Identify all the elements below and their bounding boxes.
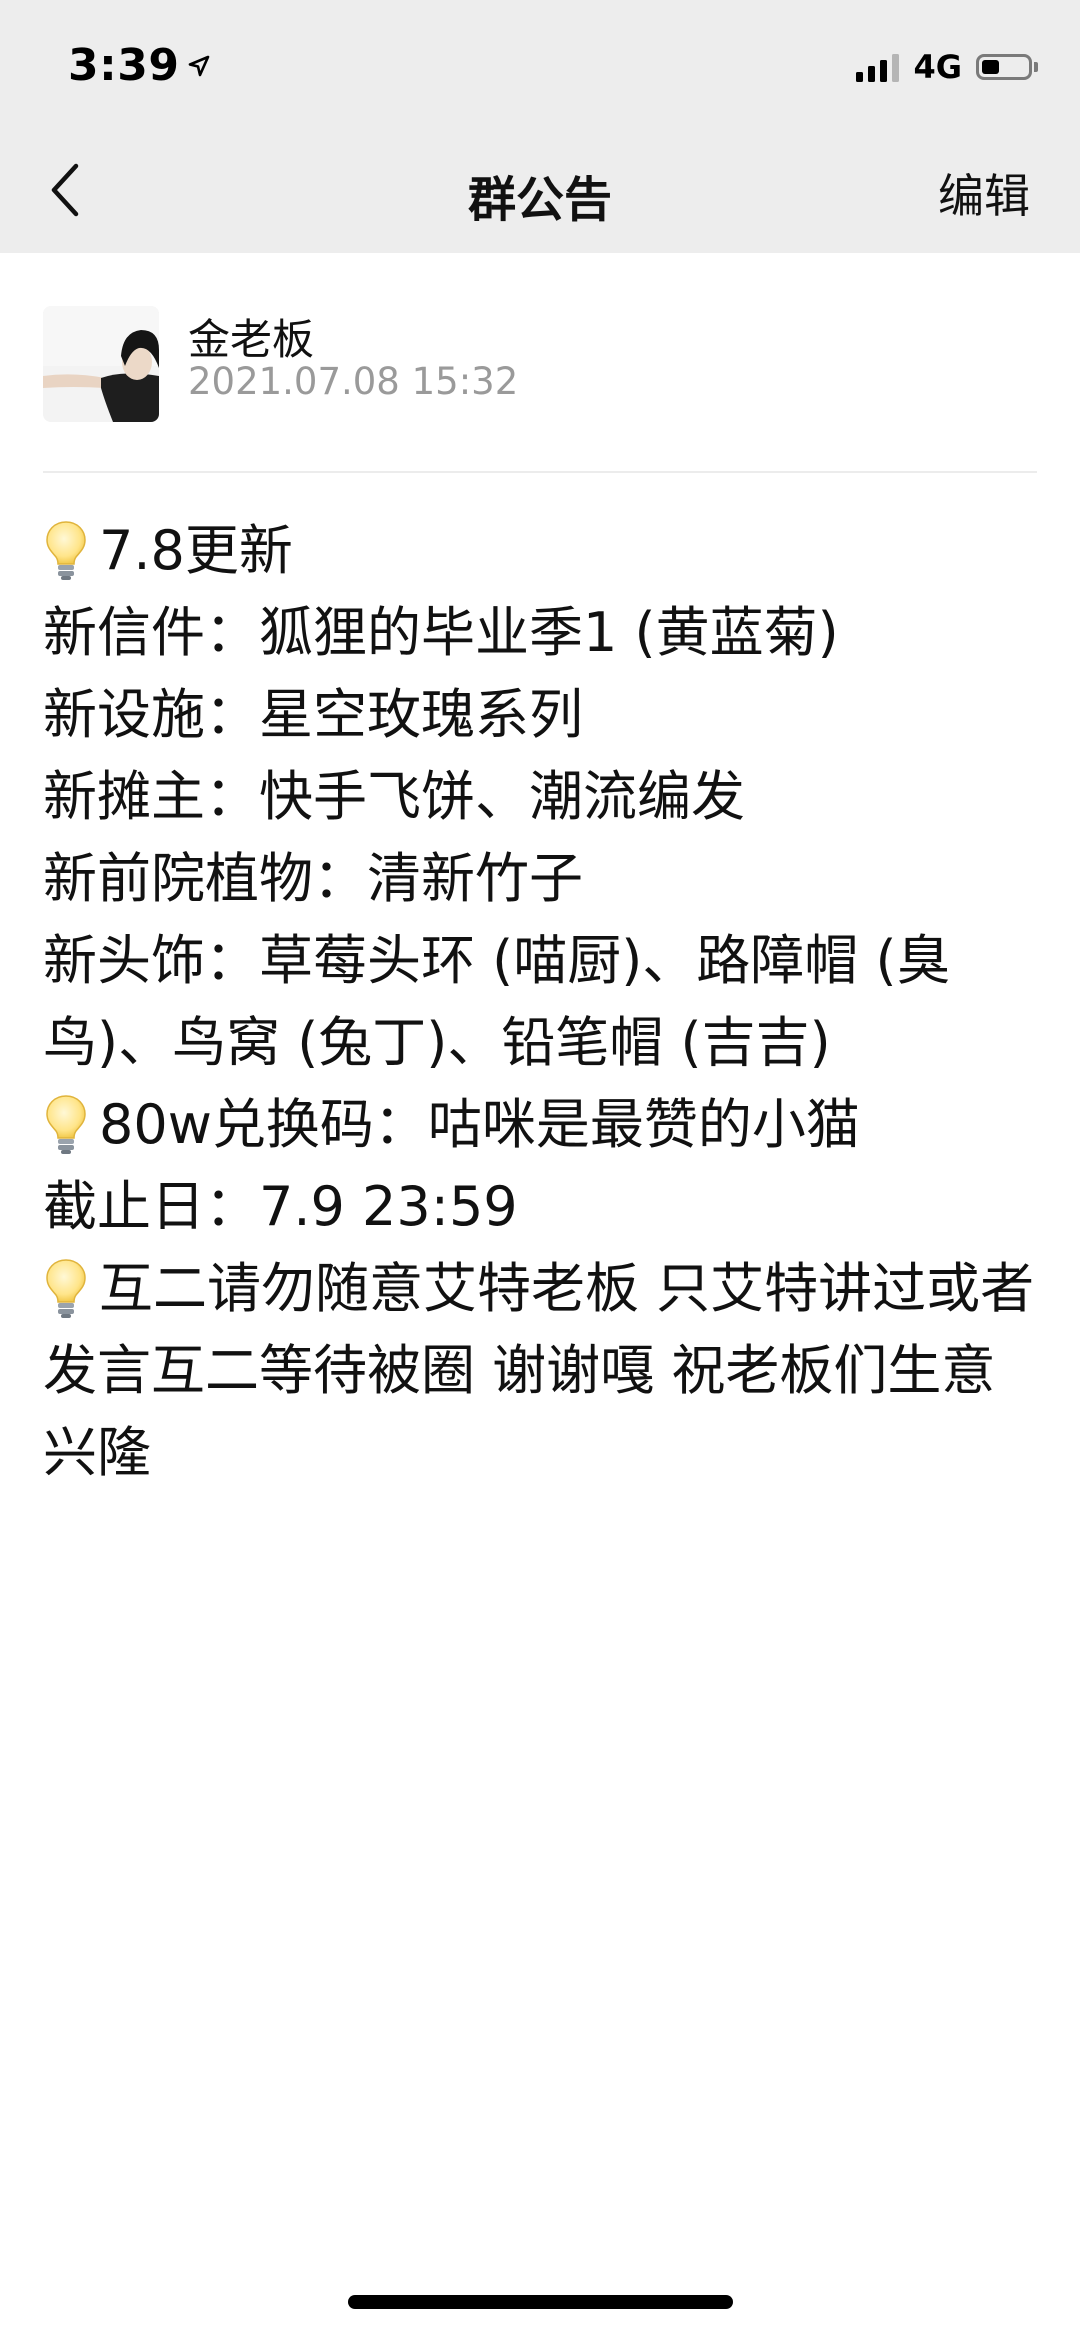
post-timestamp: 2021.07.08 15:32 bbox=[188, 360, 519, 403]
announcement-line: 互二请勿随意艾特老板 只艾特讲过或者发言互二等待被圈 谢谢嘎 祝老板们生意兴隆 bbox=[43, 1248, 1043, 1494]
announcement-text: 截止日：7.9 23:59 bbox=[43, 1175, 518, 1238]
network-type: 4G bbox=[913, 48, 962, 86]
announcement-content: 7.8更新新信件：狐狸的毕业季1 (黄蓝菊) 新设施：星空玫瑰系列新摊主：快手飞饼… bbox=[43, 510, 1043, 1494]
announcement-paragraph: 7.8更新新信件：狐狸的毕业季1 (黄蓝菊) 新设施：星空玫瑰系列新摊主：快手飞饼… bbox=[43, 510, 1043, 1084]
lightbulb-icon bbox=[43, 519, 89, 581]
battery-icon bbox=[976, 54, 1032, 80]
announcement-paragraph: 互二请勿随意艾特老板 只艾特讲过或者发言互二等待被圈 谢谢嘎 祝老板们生意兴隆 bbox=[43, 1248, 1043, 1494]
announcement-text: 互二请勿随意艾特老板 只艾特讲过或者发言互二等待被圈 谢谢嘎 祝老板们生意兴隆 bbox=[43, 1257, 1035, 1484]
avatar-image bbox=[43, 306, 159, 422]
avatar[interactable] bbox=[43, 306, 159, 422]
divider bbox=[43, 471, 1037, 473]
announcement-text: 7.8更新 bbox=[99, 519, 293, 582]
lightbulb-icon bbox=[43, 1093, 89, 1155]
battery-cap bbox=[1034, 62, 1038, 72]
announcement-text: 新前院植物：清新竹子 bbox=[43, 847, 583, 910]
announcement-line: 新摊主：快手飞饼、潮流编发 bbox=[43, 756, 1043, 838]
announcement-line: 80w兑换码：咕咪是最赞的小猫 bbox=[43, 1084, 1043, 1166]
page-title: 群公告 bbox=[467, 172, 612, 228]
status-time-text: 3:39 bbox=[68, 40, 180, 91]
lightbulb-icon bbox=[43, 1257, 89, 1319]
announcement-text: 新摊主：快手飞饼、潮流编发 bbox=[43, 765, 745, 828]
announcement-text: 新信件：狐狸的毕业季1 (黄蓝菊) bbox=[43, 601, 839, 664]
announcement-text: 新设施：星空玫瑰系列 bbox=[43, 683, 583, 746]
announcement-line: 7.8更新 bbox=[43, 510, 1043, 592]
announcement-text: 新头饰：草莓头环 (喵厨)、路障帽 (臭鸟)、鸟窝 (兔丁)、铅笔帽 (吉吉) bbox=[43, 929, 951, 1074]
location-arrow-icon bbox=[187, 54, 211, 78]
status-time: 3:39 bbox=[68, 40, 211, 91]
announcement-line: 新头饰：草莓头环 (喵厨)、路障帽 (臭鸟)、鸟窝 (兔丁)、铅笔帽 (吉吉) bbox=[43, 920, 1043, 1084]
home-indicator[interactable] bbox=[348, 2295, 733, 2309]
status-indicators: 4G bbox=[856, 48, 1038, 86]
announcement-paragraph: 80w兑换码：咕咪是最赞的小猫截止日：7.9 23:59 bbox=[43, 1084, 1043, 1248]
edit-button[interactable]: 编辑 bbox=[938, 160, 1030, 226]
announcement-line: 新信件：狐狸的毕业季1 (黄蓝菊) bbox=[43, 592, 1043, 674]
announcement-text: 80w兑换码：咕咪是最赞的小猫 bbox=[99, 1093, 860, 1156]
signal-strength-icon bbox=[856, 52, 900, 82]
top-bar: 3:39 4G 群公告 编辑 bbox=[0, 0, 1080, 253]
announcement-line: 新设施：星空玫瑰系列 bbox=[43, 674, 1043, 756]
author-name: 金老板 bbox=[188, 315, 315, 364]
announcement-line: 截止日：7.9 23:59 bbox=[43, 1166, 1043, 1248]
announcement-line: 新前院植物：清新竹子 bbox=[43, 838, 1043, 920]
